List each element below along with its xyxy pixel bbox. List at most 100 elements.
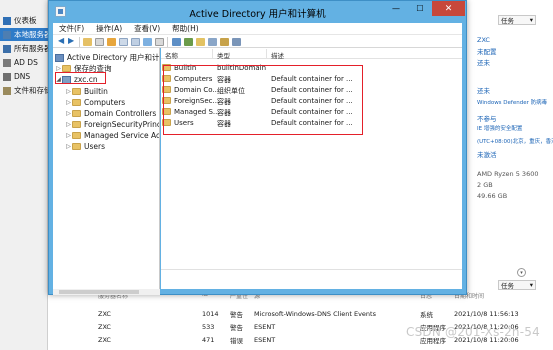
event-datetime: 2021/10/8 11:56:13 — [454, 310, 519, 318]
expand-arrow-icon[interactable]: ▷ — [65, 110, 72, 117]
nav-all-servers[interactable]: 所有服务器 — [0, 42, 48, 55]
menu-action[interactable]: 操作(A) — [96, 23, 122, 34]
tree-foreign-security-principals[interactable]: ▷ ForeignSecurityPrincipals — [65, 119, 159, 130]
col-name-header[interactable]: 名称 — [165, 50, 178, 60]
folder-icon — [72, 121, 81, 128]
view-icon[interactable] — [155, 38, 164, 46]
property-last-update[interactable]: 还未 — [477, 57, 490, 67]
events-table: 服务器名称 ID 严重性 源 日志 日期和时间 ZXC 1014 警告 Micr… — [48, 288, 553, 350]
tree-label: Users — [84, 142, 106, 151]
show-tree-icon[interactable] — [95, 38, 104, 46]
tree-users[interactable]: ▷ Users — [65, 141, 105, 152]
chevron-down-icon: ▾ — [529, 16, 533, 24]
nav-file-storage[interactable]: 文件和存储服务 — [0, 84, 48, 97]
tree-label: Domain Controllers — [84, 109, 157, 118]
tree-root[interactable]: Active Directory 用户和计算机 — [55, 52, 159, 63]
expand-arrow-icon[interactable]: ▷ — [65, 121, 72, 128]
expand-arrow-icon[interactable]: ▷ — [55, 65, 62, 72]
tree-label: Builtin — [84, 87, 108, 96]
status-bar — [161, 269, 462, 289]
menu-help[interactable]: 帮助(H) — [172, 23, 199, 34]
new-user-icon[interactable] — [172, 38, 181, 46]
new-ou-icon[interactable] — [196, 38, 205, 46]
maximize-button[interactable]: ☐ — [408, 1, 432, 16]
nav-label: 仪表板 — [14, 16, 37, 25]
tree-label: Managed Service Accounts — [84, 131, 160, 140]
folder-icon — [62, 65, 71, 72]
property-last-check[interactable]: 还未 — [477, 85, 490, 95]
tree-computers[interactable]: ▷ Computers — [65, 97, 125, 108]
tree-domain-controllers[interactable]: ▷ Domain Controllers — [65, 108, 156, 119]
event-server: ZXC — [98, 336, 111, 344]
toolbar-separator — [167, 37, 168, 47]
property-computer-name[interactable]: ZXC — [477, 36, 490, 44]
toolbar: ◀ ▶ — [53, 34, 462, 48]
help-icon[interactable] — [143, 38, 152, 46]
menu-view[interactable]: 查看(V) — [134, 23, 160, 34]
expand-arrow-icon[interactable]: ▷ — [65, 132, 72, 139]
folder-icon — [72, 143, 81, 150]
add-to-group-icon[interactable] — [232, 38, 241, 46]
up-folder-icon[interactable] — [83, 38, 92, 46]
nav-label: DNS — [14, 72, 31, 81]
event-row[interactable]: ZXC 1014 警告 Microsoft-Windows-DNS Client… — [98, 308, 519, 320]
folder-icon — [72, 99, 81, 106]
title-bar[interactable]: Active Directory 用户和计算机 — ☐ ✕ — [49, 1, 466, 23]
event-severity: 错误 — [230, 337, 243, 345]
event-source: Microsoft-Windows-DNS Client Events — [254, 310, 376, 318]
col-type-header[interactable]: 类型 — [217, 50, 230, 60]
expand-arrow-icon[interactable]: ▷ — [65, 88, 72, 95]
scrollbar-thumb[interactable] — [59, 290, 139, 294]
refresh-icon[interactable] — [107, 38, 116, 46]
filter-icon[interactable] — [220, 38, 229, 46]
column-divider[interactable] — [266, 49, 267, 58]
property-workgroup[interactable]: 未配置 — [477, 46, 497, 56]
server-manager-nav: 仪表板 本地服务器 所有服务器 AD DS DNS 文件和存储服务 — [0, 0, 48, 350]
property-ceip[interactable]: 不参与 — [477, 113, 497, 123]
all-servers-icon — [3, 44, 11, 53]
minimize-button[interactable]: — — [384, 1, 408, 16]
property-timezone[interactable]: (UTC+08:00)北京，重庆，香港 — [477, 137, 553, 145]
tree-builtin[interactable]: ▷ Builtin — [65, 86, 108, 97]
property-disk: 49.66 GB — [477, 192, 508, 200]
menu-file[interactable]: 文件(F) — [59, 23, 84, 34]
col-description-header[interactable]: 描述 — [271, 50, 284, 60]
property-activation[interactable]: 未激活 — [477, 149, 497, 159]
nav-local-server[interactable]: 本地服务器 — [0, 28, 48, 41]
expand-arrow-icon[interactable]: ▷ — [65, 99, 72, 106]
export-list-icon[interactable] — [131, 38, 140, 46]
back-icon[interactable]: ◀ — [58, 36, 65, 45]
console-tree: Active Directory 用户和计算机 ▷ 保存的查询 ◢ zxc.cn… — [53, 48, 160, 289]
expand-arrow-icon[interactable]: ▷ — [65, 143, 72, 150]
property-memory: 2 GB — [477, 181, 493, 189]
event-id: 1014 — [202, 310, 219, 318]
event-severity: 警告 — [230, 324, 243, 332]
close-button[interactable]: ✕ — [432, 1, 465, 16]
forward-icon[interactable]: ▶ — [68, 36, 75, 45]
event-log: 系统 — [420, 311, 433, 319]
tree-managed-service-accounts[interactable]: ▷ Managed Service Accounts — [65, 130, 160, 141]
local-server-icon — [3, 30, 11, 39]
ad-ds-icon — [3, 58, 11, 67]
column-divider[interactable] — [212, 49, 213, 58]
properties-icon[interactable] — [119, 38, 128, 46]
property-ie-esc[interactable]: IE 增强的安全配置 — [477, 124, 522, 132]
file-storage-icon — [3, 86, 11, 95]
tree-label: ForeignSecurityPrincipals — [84, 120, 159, 129]
nav-dns[interactable]: DNS — [0, 70, 48, 83]
find-icon[interactable] — [208, 38, 217, 46]
folder-icon — [72, 88, 81, 95]
nav-ad-ds[interactable]: AD DS — [0, 56, 48, 69]
event-server: ZXC — [98, 323, 111, 331]
nav-label: 所有服务器 — [14, 44, 48, 53]
nav-label: 本地服务器 — [14, 30, 48, 39]
event-server: ZXC — [98, 310, 111, 318]
nav-dashboard[interactable]: 仪表板 — [0, 14, 48, 27]
dns-icon — [3, 72, 11, 81]
collapse-icon[interactable]: ▾ — [517, 268, 526, 277]
property-defender[interactable]: Windows Defender 防病毒 — [477, 98, 547, 106]
tasks-dropdown[interactable]: 任务 ▾ — [498, 15, 536, 25]
folder-icon — [72, 132, 81, 139]
new-group-icon[interactable] — [184, 38, 193, 46]
tree-horizontal-scrollbar[interactable] — [53, 289, 160, 295]
